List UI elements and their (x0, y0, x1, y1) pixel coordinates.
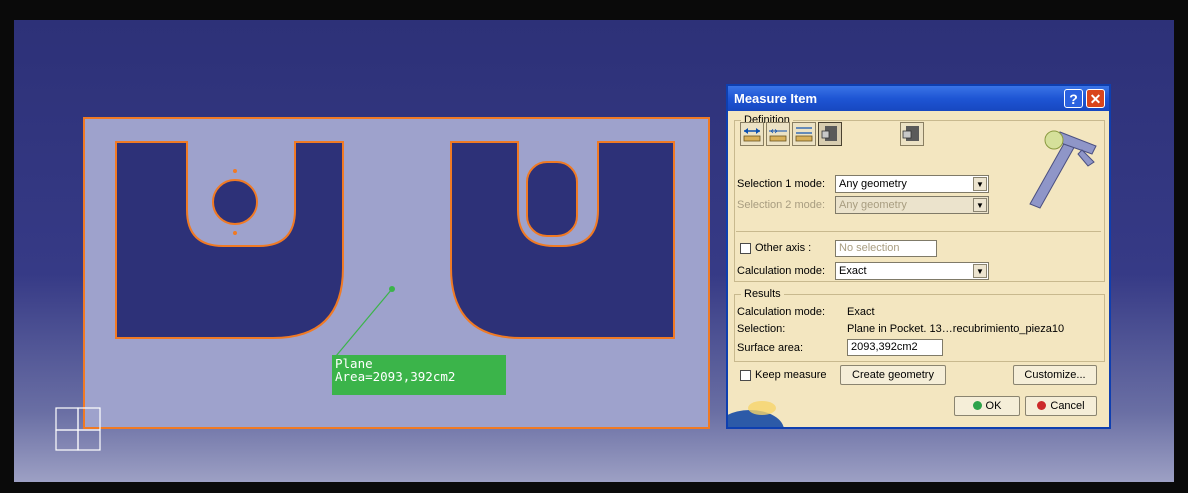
hole-point-top (233, 169, 237, 173)
close-button[interactable]: ✕ (1086, 89, 1105, 108)
chevron-down-icon[interactable]: ▼ (973, 264, 987, 278)
calc-mode-value: Exact (839, 265, 867, 277)
selection1-mode-select[interactable]: Any geometry ▼ (835, 175, 989, 193)
results-calc-mode-label: Calculation mode: (737, 306, 826, 318)
cancel-icon (1037, 401, 1047, 410)
chevron-down-icon: ▼ (973, 198, 987, 212)
calc-mode-select[interactable]: Exact ▼ (835, 262, 989, 280)
results-legend: Results (741, 288, 784, 300)
other-axis-label: Other axis : (755, 242, 812, 254)
ok-label: OK (985, 400, 1002, 412)
measure-fan-icon[interactable] (792, 122, 816, 146)
selection1-label: Selection 1 mode: (737, 178, 826, 190)
other-axis-value: No selection (839, 242, 900, 254)
measure-in-chain-icon[interactable]: ‹› (766, 122, 790, 146)
measure-callout[interactable]: Plane Area=2093,392cm2 (332, 355, 506, 395)
results-selection-value: Plane in Pocket. 13…recubrimiento_pieza1… (847, 323, 1065, 335)
help-button[interactable]: ? (1064, 89, 1083, 108)
surface-area-field[interactable]: 2093,392cm2 (847, 339, 943, 356)
keep-measure-label: Keep measure (755, 369, 827, 381)
results-calc-mode-value: Exact (847, 306, 875, 318)
measure-between-icon[interactable] (740, 122, 764, 146)
measure-item-dialog[interactable]: Measure Item ? ✕ Definition ‹› Selection… (726, 84, 1111, 429)
selection2-mode-select: Any geometry ▼ (835, 196, 989, 214)
results-selection-label: Selection: (737, 323, 786, 335)
measure-item-icon[interactable] (818, 122, 842, 146)
create-geometry-button[interactable]: Create geometry (840, 365, 946, 385)
globe-icon (728, 401, 784, 427)
dialog-title: Measure Item (734, 91, 818, 106)
callout-anchor (389, 286, 395, 292)
ok-icon (972, 401, 982, 410)
selection2-label: Selection 2 mode: (737, 199, 826, 211)
cancel-button[interactable]: Cancel (1025, 396, 1097, 416)
other-axis-checkbox[interactable] (740, 243, 751, 254)
calc-mode-label: Calculation mode: (737, 265, 826, 277)
ok-button[interactable]: OK (954, 396, 1020, 416)
definition-separator (736, 231, 1101, 232)
caliper-icon (1029, 130, 1097, 209)
measure-thickness-icon[interactable] (900, 122, 924, 146)
dialog-titlebar[interactable]: Measure Item ? ✕ (728, 86, 1109, 111)
keep-measure-checkbox[interactable] (740, 370, 751, 381)
surface-area-label: Surface area: (737, 342, 804, 354)
chevron-down-icon[interactable]: ▼ (973, 177, 987, 191)
selection1-value: Any geometry (839, 178, 907, 190)
right-slot[interactable] (526, 161, 578, 237)
surface-area-value: 2093,392cm2 (851, 341, 918, 353)
cancel-label: Cancel (1050, 400, 1085, 412)
hole-point-bottom (233, 231, 237, 235)
callout-line-2: Area=2093,392cm2 (335, 369, 456, 384)
customize-button[interactable]: Customize... (1013, 365, 1097, 385)
selection2-value: Any geometry (839, 199, 907, 211)
other-axis-field[interactable]: No selection (835, 240, 937, 257)
left-hole[interactable] (212, 179, 258, 225)
